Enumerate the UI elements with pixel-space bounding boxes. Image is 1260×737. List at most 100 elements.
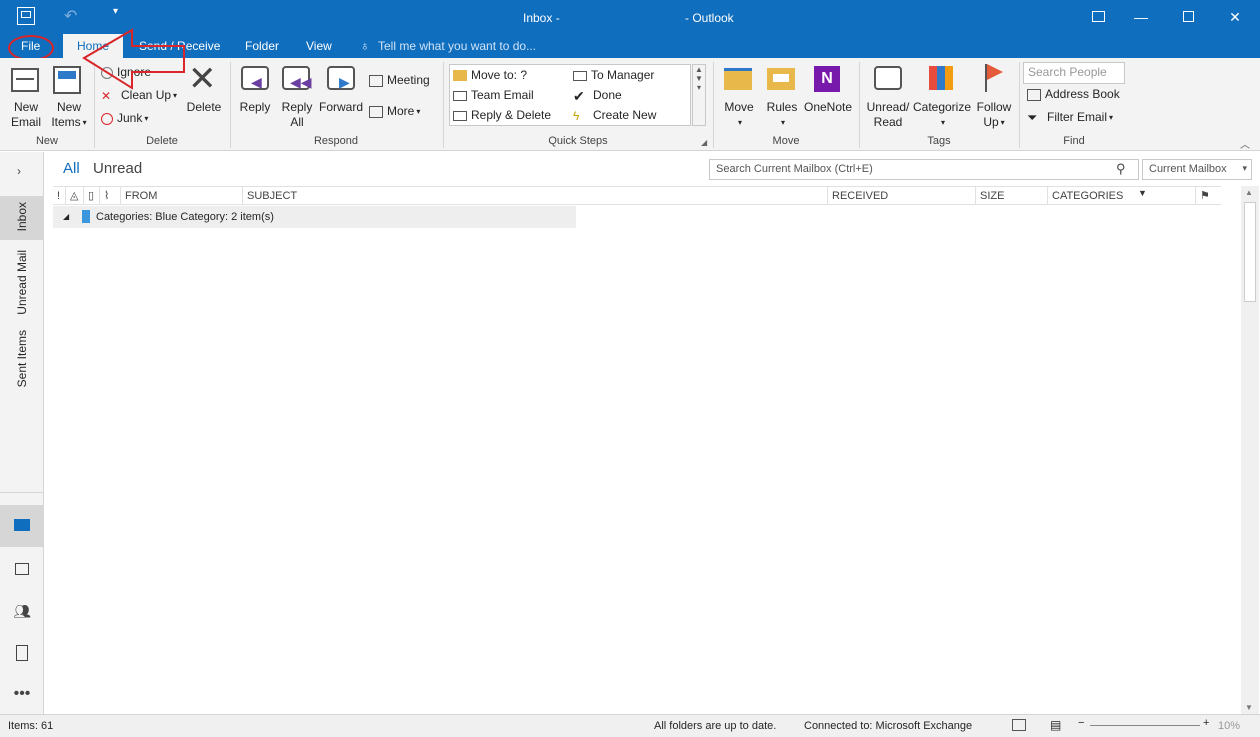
mail-nav[interactable] [0,505,44,547]
tasks-nav[interactable] [0,633,44,673]
item-count: Items: 61 [8,720,54,732]
lightbulb-icon: ♁ [360,38,370,53]
tab-folder[interactable]: Folder [239,38,285,58]
quick-steps-launcher-icon[interactable]: ◢ [701,138,707,147]
new-email-button[interactable]: New Email [6,100,46,130]
connection-status: Connected to: Microsoft Exchange [804,720,973,732]
move-button[interactable]: Move ▾ [718,100,760,130]
collapse-group-icon[interactable]: ◢ [63,206,69,228]
onenote-button[interactable]: OneNote [802,100,854,115]
quick-steps-scroll[interactable]: ▲ ▼ ▾ [692,64,706,126]
zoom-level: 10% [1218,720,1241,732]
column-from[interactable]: FROM [120,187,242,205]
column-categories[interactable]: CATEGORIES [1047,187,1195,205]
folder-sent-items[interactable]: Sent Items [15,330,29,387]
filter-email-button[interactable]: ⏷ Filter Email ▾ [1027,108,1113,126]
expand-pane-icon[interactable]: › [17,164,21,178]
quick-step-done[interactable]: ✔ Done [573,86,622,104]
undo-icon[interactable]: ↶ [64,6,77,26]
close-button[interactable]: ✕ [1223,6,1247,28]
quick-step-team-email[interactable]: Team Email [453,86,534,104]
window-app-name: - Outlook [685,11,734,25]
search-mailbox-input[interactable]: Search Current Mailbox (Ctrl+E) [709,159,1139,180]
reply-delete-icon [453,110,467,121]
flag-column-icon[interactable]: ⚑ [1195,187,1219,205]
unread-read-button[interactable]: Unread/Read [864,100,912,130]
rules-button[interactable]: Rules ▾ [762,100,802,130]
zoom-in-icon[interactable]: + [1203,717,1209,729]
reply-all-icon: ◀◀ [282,66,312,90]
forward-button[interactable]: Forward [318,100,364,115]
unread-read-icon [874,66,902,90]
address-book-icon [1027,88,1041,101]
group-label-delete: Delete [146,135,178,147]
collapse-ribbon-icon[interactable]: ︿ [1240,136,1250,151]
more-dots-icon: ••• [13,685,31,702]
envelope-icon [453,90,467,101]
move-icon [724,68,752,90]
new-items-button[interactable]: New Items ▾ [47,100,91,130]
reminder-column-icon[interactable]: ◬ [65,187,79,205]
folder-inbox[interactable]: Inbox [15,202,29,231]
sync-status: All folders are up to date. [654,720,777,732]
quick-steps-gallery: Move to: ? Team Email Reply & Delete To … [449,64,691,126]
icon-column-icon[interactable]: ▯ [83,187,97,205]
categorize-button[interactable]: Categorize ▾ [912,100,972,130]
window-title: Inbox - [523,11,560,25]
quick-step-move-to[interactable]: Move to: ? [453,66,527,84]
tasks-icon [16,645,28,661]
reply-button[interactable]: Reply [236,100,274,115]
address-book-button[interactable]: Address Book [1027,85,1120,103]
importance-column-icon[interactable]: ! [53,187,63,205]
group-label-respond: Respond [313,135,359,147]
new-email-icon [11,68,39,92]
column-subject[interactable]: SUBJECT [242,187,827,205]
meeting-button[interactable]: Meeting [369,71,430,89]
junk-button[interactable]: Junk ▾ [101,109,148,127]
zoom-slider[interactable] [1090,725,1200,726]
zoom-out-icon[interactable]: − [1078,717,1084,729]
reading-view-icon[interactable]: ▤ [1050,718,1061,732]
search-people-input[interactable]: Search People [1023,62,1125,84]
forward-icon: ▶ [327,66,355,90]
module-navigation: 👥︎ ••• [0,492,44,714]
ribbon-display-options-icon[interactable] [1086,6,1110,28]
mail-list-scrollbar[interactable]: ▲ ▼ [1241,186,1259,714]
quick-step-create-new[interactable]: ϟ Create New [573,106,656,124]
more-nav[interactable]: ••• [0,675,44,715]
lightning-icon: ϟ [573,108,580,123]
attachment-column-icon[interactable]: ⌇ [99,187,113,205]
sort-down-icon: ▼ [1138,188,1147,198]
qat-customize-icon[interactable]: ▾ [113,6,118,17]
calendar-icon [15,563,29,575]
column-size[interactable]: SIZE [975,187,1047,205]
tell-me-search[interactable]: Tell me what you want to do... [372,38,542,58]
maximize-button[interactable] [1176,6,1200,28]
column-headers: ! ◬ ▯ ⌇ FROM SUBJECT RECEIVED SIZE CATEG… [53,186,1221,205]
group-header-row[interactable]: ◢ Categories: Blue Category: 2 item(s) [53,206,576,228]
checkmark-icon: ✔ [573,87,585,104]
more-respond-button[interactable]: More ▾ [369,102,420,120]
quick-step-to-manager[interactable]: To Manager [573,66,654,84]
filter-all[interactable]: All [63,160,80,177]
follow-up-button[interactable]: Follow Up ▾ [972,100,1016,130]
app-icon[interactable] [17,7,35,25]
people-nav[interactable]: 👥︎ [0,591,44,631]
search-scope-value: Current Mailbox [1149,163,1227,175]
filter-unread[interactable]: Unread [93,160,142,177]
minimize-button[interactable]: — [1129,6,1153,28]
categorize-icon [929,66,953,90]
reply-all-button[interactable]: Reply All [278,100,316,130]
quick-step-reply-delete[interactable]: Reply & Delete [453,106,551,124]
column-received[interactable]: RECEIVED [827,187,975,205]
calendar-nav[interactable] [0,549,44,589]
tab-view[interactable]: View [300,38,338,58]
annotation-arrow [82,28,185,90]
forward-envelope-icon [573,70,587,81]
more-respond-icon [369,105,383,118]
group-label-new: New [35,135,58,147]
search-scope-select[interactable]: Current Mailbox ▾ [1142,159,1252,180]
folder-unread-mail[interactable]: Unread Mail [15,250,29,315]
normal-view-icon[interactable] [1012,719,1026,731]
search-icon[interactable]: ⚲ [1116,161,1126,177]
